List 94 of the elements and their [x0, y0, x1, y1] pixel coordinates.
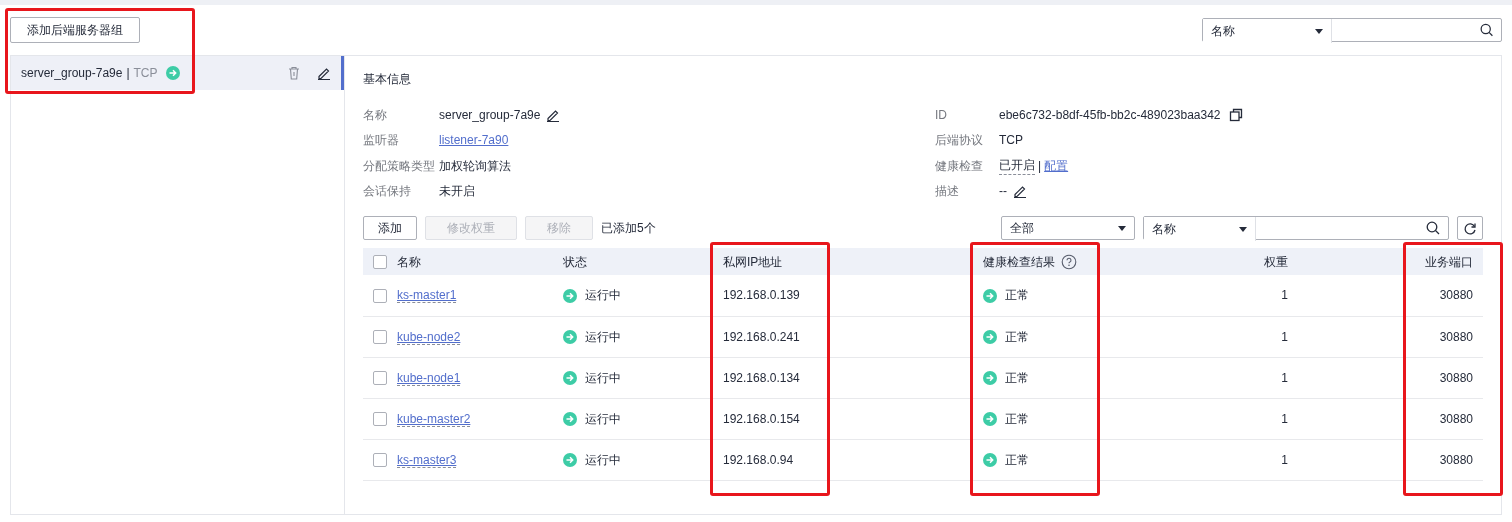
caret-icon — [1118, 225, 1126, 231]
field-select[interactable]: 名称 — [1144, 217, 1256, 241]
arrow-circle-icon — [563, 289, 577, 304]
table-cell: 30880 — [1298, 316, 1483, 357]
caret-icon — [1314, 28, 1323, 34]
table-cell: 1 — [1223, 439, 1298, 480]
help-icon[interactable] — [1061, 254, 1077, 271]
table-cell: 192.168.0.241 — [713, 316, 973, 357]
field-label: 后端协议 — [935, 132, 984, 150]
field-label: 会话保持 — [363, 183, 412, 201]
server-group-item[interactable]: server_group-7a9e | TCP — [11, 56, 344, 90]
column-header: 业务端口 — [1425, 254, 1473, 269]
health-text: 正常 — [1005, 329, 1029, 344]
table-cell: 192.168.0.134 — [713, 357, 973, 398]
field-value: -- — [999, 183, 1007, 201]
column-header: 状态 — [563, 254, 587, 269]
checkbox[interactable] — [373, 453, 387, 468]
trash-icon[interactable] — [287, 66, 301, 80]
arrow-circle-icon — [983, 412, 997, 427]
arrow-circle-icon — [563, 371, 577, 386]
table-cell: 30880 — [1298, 398, 1483, 439]
status-text: 运行中 — [585, 411, 621, 426]
status-text: 运行中 — [585, 370, 621, 385]
checkbox[interactable] — [373, 371, 387, 386]
column-header: 健康检查结果 — [983, 254, 1055, 269]
health-text: 正常 — [1005, 452, 1029, 467]
caret-icon — [1239, 226, 1247, 232]
listener-link[interactable]: listener-7a90 — [439, 131, 509, 150]
separator-text: | — [1038, 157, 1042, 175]
table-cell: 192.168.0.154 — [713, 398, 973, 439]
table-cell: 1 — [1223, 275, 1298, 316]
table-cell: 30880 — [1298, 439, 1483, 480]
checkbox[interactable] — [373, 255, 387, 270]
server-link[interactable]: kube-node2 — [397, 329, 461, 345]
edit-icon[interactable] — [546, 107, 561, 122]
table-cell: 30880 — [1298, 275, 1483, 316]
arrow-circle-icon — [983, 453, 997, 468]
server-link[interactable]: kube-node1 — [397, 370, 461, 386]
status-text: 运行中 — [585, 329, 621, 344]
field-value: ebe6c732-b8df-45fb-bb2c-489023baa342 — [999, 106, 1221, 124]
checkbox[interactable] — [373, 330, 387, 345]
field-value: 未开启 — [439, 183, 475, 201]
refresh-button[interactable] — [1457, 216, 1483, 240]
edit-icon[interactable] — [1013, 184, 1027, 199]
column-header: 私网IP地址 — [723, 254, 783, 269]
arrow-circle-icon — [983, 289, 997, 304]
arrow-circle-icon — [563, 412, 577, 427]
field-label: 描述 — [935, 183, 960, 201]
field-value: 加权轮询算法 — [439, 157, 511, 175]
server-link[interactable]: ks-master3 — [397, 452, 457, 468]
column-header: 权重 — [1264, 254, 1288, 269]
table-cell: 192.168.0.94 — [713, 439, 973, 480]
status-text: 运行中 — [585, 288, 621, 303]
server-link[interactable]: kube-master2 — [397, 411, 471, 427]
field-label: ID — [935, 106, 948, 124]
search-field[interactable]: 名称 — [1202, 18, 1502, 42]
column-header: 名称 — [397, 254, 421, 269]
arrow-circle-icon — [563, 453, 577, 468]
field-label: 监听器 — [363, 132, 400, 150]
count-text: 已添加5个 — [601, 220, 656, 237]
edit-icon[interactable] — [317, 66, 331, 80]
checkbox[interactable] — [373, 412, 387, 427]
table-cell: 192.168.0.139 — [713, 275, 973, 316]
table-cell: 1 — [1223, 357, 1298, 398]
table-cell: 1 — [1223, 398, 1298, 439]
server-link[interactable]: ks-master1 — [397, 288, 457, 304]
arrow-circle-icon — [983, 330, 997, 345]
field-value: server_group-7a9e — [439, 106, 541, 124]
health-text: 正常 — [1005, 370, 1029, 385]
search-icon[interactable] — [1426, 221, 1440, 235]
field-label: 名称 — [363, 106, 388, 124]
add-group-button[interactable]: 添加后端服务器组 — [10, 17, 140, 43]
health-text: 正常 — [1005, 288, 1029, 303]
search-icon[interactable] — [1479, 23, 1493, 37]
copy-icon[interactable] — [1228, 107, 1243, 122]
status-filter[interactable]: 全部 — [1001, 216, 1135, 240]
toolbar-button[interactable]: 添加 — [363, 216, 417, 240]
health-text: 正常 — [1005, 411, 1029, 426]
field-select[interactable]: 名称 — [1203, 19, 1332, 43]
arrow-circle-icon — [165, 66, 180, 80]
field-value: TCP — [999, 132, 1023, 150]
checkbox[interactable] — [373, 289, 387, 304]
field-label: 健康检查 — [935, 157, 984, 175]
field-label: 分配策略类型 — [363, 157, 436, 175]
table-cell: 30880 — [1298, 357, 1483, 398]
search-field[interactable]: 名称 — [1143, 216, 1449, 240]
arrow-circle-icon — [983, 371, 997, 386]
field-value: 已开启 — [999, 156, 1035, 176]
section-title: 基本信息 — [363, 72, 411, 86]
config-link[interactable]: 配置 — [1044, 156, 1069, 175]
table-cell: 1 — [1223, 316, 1298, 357]
arrow-circle-icon — [563, 330, 577, 345]
refresh-icon — [1463, 221, 1477, 236]
status-text: 运行中 — [585, 452, 621, 467]
